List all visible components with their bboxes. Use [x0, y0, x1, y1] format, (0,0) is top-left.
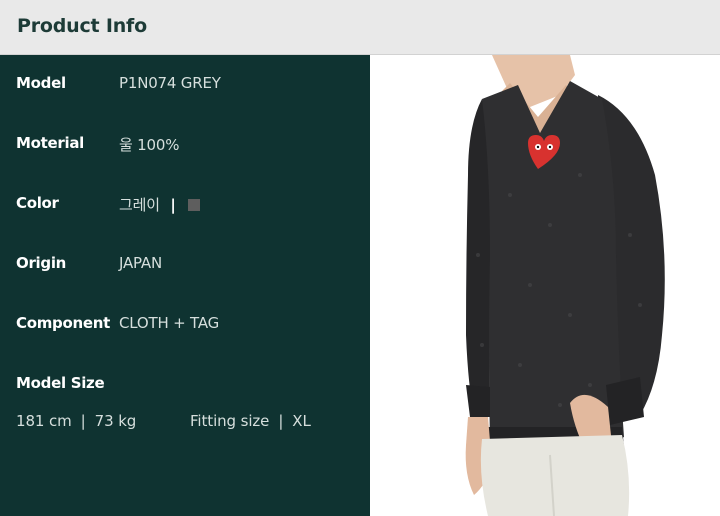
color-value-group: 그레이 | [119, 194, 201, 215]
component-label: Component [16, 314, 110, 332]
material-label: Moterial [16, 134, 84, 152]
color-separator: | [170, 196, 176, 214]
component-value: CLOTH + TAG [119, 314, 220, 332]
product-photo [370, 55, 720, 516]
color-swatch [188, 199, 201, 211]
color-value: 그레이 [119, 196, 160, 214]
model-weight: 73 kg [94, 412, 137, 430]
sweater-model-illustration [370, 55, 720, 516]
fitting-size-group: Fitting size | XL [190, 412, 311, 430]
fitting-size-label: Fitting size [190, 412, 270, 430]
fitting-size-value: XL [292, 412, 311, 430]
product-info-panel: Model P1N074 GREY Moterial 울 100% Color … [0, 55, 370, 516]
page-header: Product Info [0, 0, 720, 55]
model-value: P1N074 GREY [119, 74, 221, 92]
size-separator: | [80, 412, 86, 430]
model-size-label: Model Size [16, 374, 105, 392]
material-value: 울 100% [119, 136, 180, 154]
color-label: Color [16, 194, 59, 212]
origin-value: JAPAN [119, 254, 162, 272]
model-label: Model [16, 74, 66, 92]
fitting-separator: | [278, 412, 284, 430]
model-height: 181 cm [16, 412, 72, 430]
origin-label: Origin [16, 254, 67, 272]
model-size-line: 181 cm | 73 kg Fitting size | XL [16, 412, 311, 430]
page-title: Product Info [17, 15, 147, 37]
